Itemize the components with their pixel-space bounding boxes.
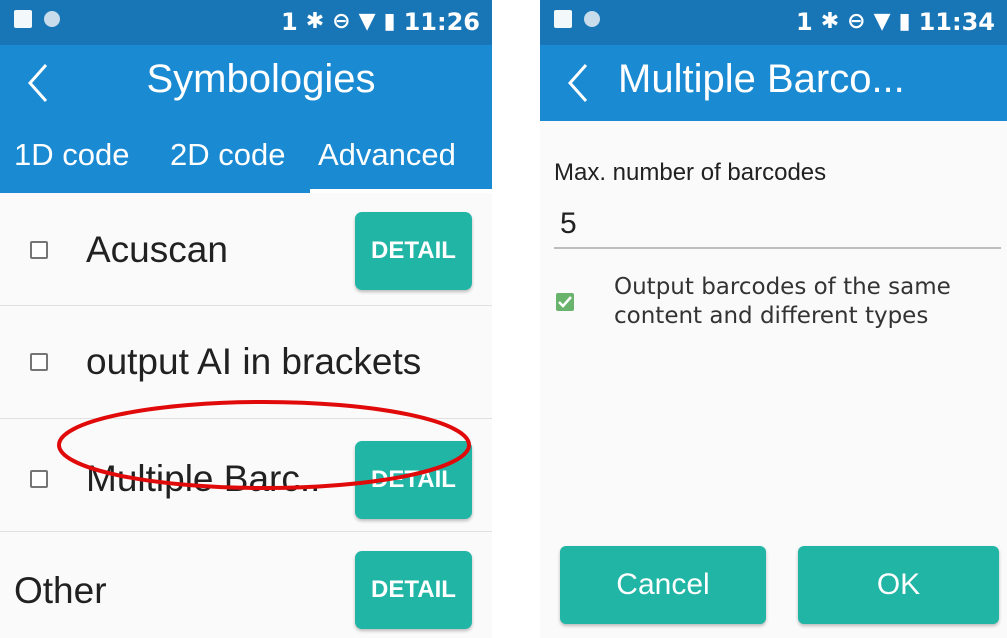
symbology-list: Acuscan DETAIL output AI in brackets Mul…: [0, 193, 492, 638]
status-time: 11:34: [918, 8, 995, 36]
same-content-label: Output barcodes of the same content and …: [614, 273, 951, 331]
multiple-barcodes-detail-button[interactable]: DETAIL: [355, 441, 472, 519]
notification-dot-icon: [584, 11, 600, 27]
tab-2d-code[interactable]: 2D code: [158, 121, 310, 193]
max-barcodes-input[interactable]: [554, 201, 1001, 249]
same-content-label-line1: Output barcodes of the same: [614, 274, 951, 300]
status-time: 11:26: [403, 8, 480, 36]
bluetooth-icon: ✱: [305, 9, 325, 34]
list-item-output-ai: output AI in brackets: [0, 306, 492, 419]
do-not-disturb-icon: ⊖: [332, 9, 351, 34]
notification-dot-icon: [44, 11, 60, 27]
notification-image-icon: [554, 10, 572, 28]
check-icon: [558, 296, 572, 308]
page-title: Multiple Barco...: [618, 57, 905, 101]
max-barcodes-label: Max. number of barcodes: [554, 159, 827, 186]
other-label: Other: [14, 570, 107, 611]
wifi-icon: ▼: [358, 9, 376, 34]
notification-image-icon: [14, 10, 32, 28]
cancel-button[interactable]: Cancel: [560, 546, 766, 624]
wifi-icon: ▼: [873, 9, 891, 34]
app-toolbar: Symbologies: [0, 45, 492, 121]
output-ai-label: output AI in brackets: [86, 341, 422, 382]
sim-indicator: 1: [795, 8, 813, 36]
app-toolbar: Multiple Barco...: [540, 45, 1007, 121]
status-bar: 1 ✱ ⊖ ▼ ▮ 11:34: [540, 0, 1007, 45]
tab-bar: 1D code 2D code Advanced: [0, 121, 492, 193]
battery-icon: ▮: [383, 9, 396, 34]
back-arrow-icon: [567, 64, 588, 102]
bluetooth-icon: ✱: [820, 9, 840, 34]
tab-advanced[interactable]: Advanced: [310, 121, 492, 193]
acuscan-checkbox[interactable]: [30, 241, 48, 259]
list-item-multiple-barcodes: Multiple Barc.. DETAIL: [0, 419, 492, 532]
page-title: Symbologies: [146, 57, 376, 101]
output-ai-checkbox[interactable]: [30, 353, 48, 371]
battery-icon: ▮: [898, 9, 911, 34]
sim-indicator: 1: [280, 8, 298, 36]
same-content-checkbox[interactable]: [556, 293, 574, 311]
multiple-barcodes-label: Multiple Barc..: [86, 458, 321, 499]
ok-button[interactable]: OK: [798, 546, 999, 624]
multiple-barcodes-checkbox[interactable]: [30, 470, 48, 488]
tab-1d-code[interactable]: 1D code: [0, 121, 158, 193]
acuscan-detail-button[interactable]: DETAIL: [355, 212, 472, 290]
symbologies-screen: 1 ✱ ⊖ ▼ ▮ 11:26 Symbologies 1D code 2D c…: [0, 0, 492, 638]
other-detail-button[interactable]: DETAIL: [355, 551, 472, 629]
back-button[interactable]: [558, 59, 602, 107]
list-item-acuscan: Acuscan DETAIL: [0, 193, 492, 306]
multiple-barcodes-screen: 1 ✱ ⊖ ▼ ▮ 11:34 Multiple Barco... Max. n…: [540, 0, 1007, 638]
do-not-disturb-icon: ⊖: [847, 9, 866, 34]
status-bar: 1 ✱ ⊖ ▼ ▮ 11:26: [0, 0, 492, 45]
list-item-other: Other DETAIL: [0, 532, 492, 638]
acuscan-label: Acuscan: [86, 229, 228, 270]
same-content-label-line2: content and different types: [614, 303, 929, 329]
